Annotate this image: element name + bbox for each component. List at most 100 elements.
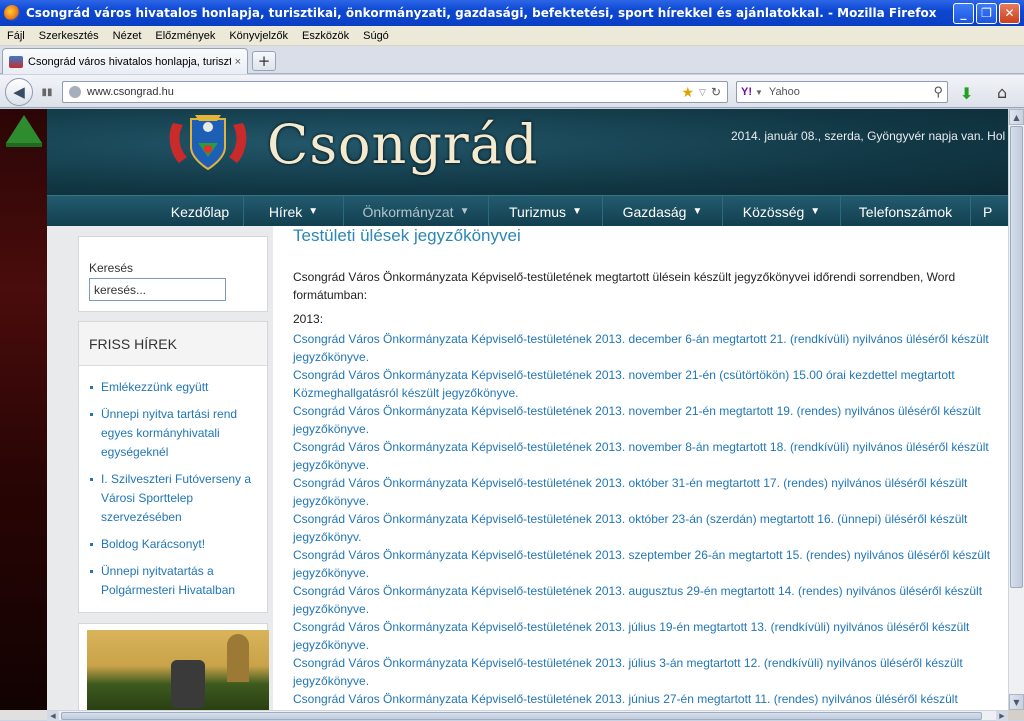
vertical-scrollbar[interactable]: ▲ ▼	[1008, 109, 1024, 710]
search-icon[interactable]: ⚲	[933, 84, 943, 100]
bookmark-star-icon[interactable]: ★	[681, 84, 694, 101]
history-dropdown-icon[interactable]: ▮▮	[36, 84, 58, 100]
background-strip	[0, 109, 47, 710]
window-titlebar: Csongrád város hivatalos honlapja, turis…	[0, 0, 1024, 26]
minutes-list: Csongrád Város Önkormányzata Képviselő-t…	[293, 330, 993, 708]
menu-file[interactable]: Fájl	[0, 30, 32, 42]
search-input[interactable]: Yahoo	[769, 86, 934, 98]
statue-photo[interactable]	[87, 630, 269, 710]
close-button[interactable]: ✕	[999, 2, 1020, 24]
news-heading: FRISS HÍREK	[79, 322, 267, 366]
page-title: Testületi ülések jegyzőkönyvei	[293, 226, 521, 245]
nav-item-hirek[interactable]: Hírek ▼	[244, 196, 344, 227]
scroll-up-icon[interactable]: ▲	[1009, 109, 1024, 125]
news-item[interactable]: I. Szilveszteri Futóverseny a Városi Spo…	[87, 470, 263, 527]
year-heading: 2013:	[293, 312, 324, 326]
news-list: Emlékezzünk együtt Ünnepi nyitva tartási…	[87, 378, 263, 608]
menu-bar: Fájl Szerkesztés Nézet Előzmények Könyvj…	[0, 26, 1024, 46]
navigation-bar: ◀ ▮▮ www.csongrad.hu ★ ▽ ↻ Y! ▼ Yahoo ⚲ …	[0, 75, 1024, 108]
minutes-link[interactable]: Csongrád Város Önkormányzata Képviselő-t…	[293, 654, 993, 690]
nav-label: Gazdaság	[622, 203, 687, 220]
tab-close-icon[interactable]: ×	[235, 56, 241, 68]
chevron-down-icon: ▼	[308, 206, 319, 217]
yahoo-icon[interactable]: Y!	[741, 86, 752, 98]
photo-statue	[171, 660, 205, 708]
menu-tools[interactable]: Eszközök	[295, 30, 356, 42]
minutes-link[interactable]: Csongrád Város Önkormányzata Képviselő-t…	[293, 618, 993, 654]
scroll-top-icon[interactable]	[6, 115, 42, 143]
firefox-icon	[4, 5, 20, 21]
back-arrow-icon: ◀	[13, 83, 25, 101]
search-bar[interactable]: Y! ▼ Yahoo ⚲	[736, 81, 948, 103]
nav-label: Hírek	[268, 203, 303, 220]
menu-history[interactable]: Előzmények	[148, 30, 222, 42]
minutes-link[interactable]: Csongrád Város Önkormányzata Képviselő-t…	[293, 402, 993, 438]
left-sidebar: Keresés FRISS HÍREK Emlékezzünk együtt Ü…	[47, 226, 273, 710]
nav-item-turizmus[interactable]: Turizmus ▼	[489, 196, 603, 227]
news-item[interactable]: Emlékezzünk együtt	[87, 378, 263, 397]
maximize-button[interactable]: ❐	[976, 2, 997, 24]
nav-label: Közösség	[742, 203, 805, 220]
vertical-scroll-thumb[interactable]	[1010, 126, 1023, 588]
site-search-label: Keresés	[89, 261, 134, 275]
menu-edit[interactable]: Szerkesztés	[32, 30, 106, 42]
home-icon[interactable]: ⌂	[997, 83, 1007, 102]
chevron-down-icon: ▼	[810, 206, 821, 217]
site-header: Csongrád 2014. január 08., szerda, Gyöng…	[47, 109, 1008, 195]
page-viewport: Csongrád 2014. január 08., szerda, Gyöng…	[0, 109, 1008, 710]
chevron-down-icon: ▼	[692, 206, 703, 217]
engine-dropdown-icon[interactable]: ▼	[755, 88, 763, 97]
globe-icon	[69, 86, 81, 98]
main-navigation: Kezdőlap Hírek ▼ Önkormányzat ▼ Turizmus ▼ …	[47, 195, 1008, 227]
site-container: Csongrád 2014. január 08., szerda, Gyöng…	[47, 109, 1008, 710]
nav-label: Telefonszámok	[858, 203, 953, 220]
new-tab-button[interactable]: +	[252, 51, 276, 71]
site-favicon-icon	[9, 55, 23, 68]
news-item[interactable]: Boldog Karácsonyt!	[87, 535, 263, 554]
minutes-link[interactable]: Csongrád Város Önkormányzata Képviselő-t…	[293, 582, 993, 618]
horizontal-scrollbar[interactable]: ◀ ▶	[47, 710, 1008, 721]
nav-item-kozosseg[interactable]: Közösség ▼	[723, 196, 841, 227]
minutes-link[interactable]: Csongrád Város Önkormányzata Képviselő-t…	[293, 690, 993, 708]
main-content: Testületi ülések jegyzőkönyvei Csongrád …	[273, 226, 1008, 710]
photo-box	[78, 623, 269, 710]
nav-item-kezdolap[interactable]: Kezdőlap	[157, 196, 244, 227]
site-logo-text[interactable]: Csongrád	[267, 113, 538, 176]
nav-item-gazdasag[interactable]: Gazdaság ▼	[603, 196, 723, 227]
site-search-box: Keresés	[78, 236, 268, 312]
photo-niche	[227, 634, 249, 682]
reload-icon[interactable]: ↻	[711, 85, 721, 99]
tab-title: Csongrád város hivatalos honlapja, turis…	[28, 55, 231, 68]
news-item[interactable]: Ünnepi nyitvatartás a Polgármesteri Hiva…	[87, 562, 263, 600]
nav-label: Kezdőlap	[170, 203, 230, 220]
hscroll-left-area	[0, 710, 47, 720]
minutes-link[interactable]: Csongrád Város Önkormányzata Képviselő-t…	[293, 438, 993, 474]
url-dropdown-icon[interactable]: ▽	[699, 87, 706, 98]
scroll-down-icon[interactable]: ▼	[1009, 694, 1024, 710]
site-search-input[interactable]	[89, 278, 226, 301]
scrollbar-corner	[1008, 710, 1024, 720]
download-icon[interactable]: ⬇	[960, 84, 973, 103]
nav-item-more[interactable]: P	[971, 196, 1008, 227]
url-text[interactable]: www.csongrad.hu	[87, 86, 677, 98]
minimize-button[interactable]: _	[953, 2, 974, 24]
minutes-link[interactable]: Csongrád Város Önkormányzata Képviselő-t…	[293, 474, 993, 510]
browser-tab[interactable]: Csongrád város hivatalos honlapja, turis…	[2, 48, 248, 74]
news-box: FRISS HÍREK Emlékezzünk együtt Ünnepi ny…	[78, 321, 268, 613]
horizontal-scroll-thumb[interactable]	[61, 712, 982, 720]
nav-item-onkormanyzat[interactable]: Önkormányzat ▼	[344, 196, 489, 227]
intro-text: Csongrád Város Önkormányzata Képviselő-t…	[293, 270, 956, 302]
scroll-top-base	[6, 143, 42, 147]
news-item[interactable]: Ünnepi nyitva tartási rend egyes kormány…	[87, 405, 263, 462]
nav-label: Turizmus	[509, 203, 567, 220]
menu-view[interactable]: Nézet	[106, 30, 149, 42]
address-bar[interactable]: www.csongrad.hu ★ ▽ ↻	[62, 81, 728, 103]
minutes-link[interactable]: Csongrád Város Önkormányzata Képviselő-t…	[293, 546, 993, 582]
menu-help[interactable]: Súgó	[356, 30, 396, 42]
minutes-link[interactable]: Csongrád Város Önkormányzata Képviselő-t…	[293, 366, 993, 402]
minutes-link[interactable]: Csongrád Város Önkormányzata Képviselő-t…	[293, 330, 993, 366]
back-button[interactable]: ◀	[5, 78, 33, 106]
menu-bookmarks[interactable]: Könyvjelzők	[222, 30, 295, 42]
nav-item-telefonszamok[interactable]: Telefonszámok	[841, 196, 971, 227]
minutes-link[interactable]: Csongrád Város Önkormányzata Képviselő-t…	[293, 510, 993, 546]
